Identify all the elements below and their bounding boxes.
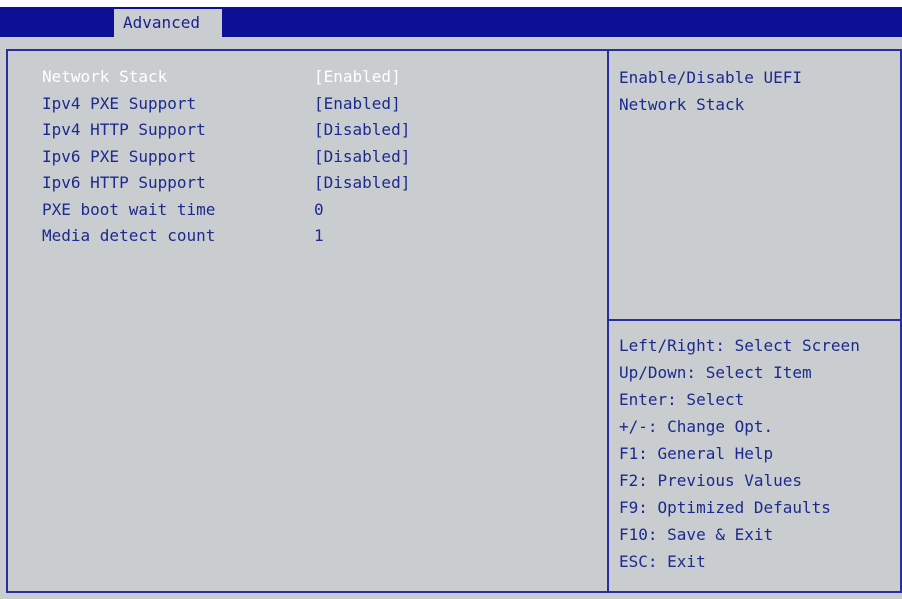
- key-hint: F9: Optimized Defaults: [619, 498, 831, 517]
- setting-label: Network Stack: [42, 67, 168, 86]
- setting-value[interactable]: [Disabled]: [314, 144, 410, 170]
- setting-value[interactable]: [Disabled]: [314, 117, 410, 143]
- setting-value[interactable]: 1: [314, 223, 324, 249]
- help-line: Network Stack: [619, 95, 745, 114]
- key-hint: F1: General Help: [619, 444, 774, 463]
- tab-advanced[interactable]: Advanced: [114, 9, 222, 37]
- setting-label: Ipv6 PXE Support: [42, 146, 197, 166]
- help-divider: [609, 319, 902, 321]
- key-hint: ESC: Exit: [619, 552, 706, 571]
- setting-value[interactable]: 0: [314, 197, 324, 223]
- help-text: Enable/Disable UEFI Network Stack: [619, 64, 802, 118]
- setting-value[interactable]: [Disabled]: [314, 170, 410, 196]
- panel-divider: [607, 49, 609, 593]
- setting-value[interactable]: [Enabled]: [314, 64, 401, 90]
- setting-label: Ipv4 PXE Support: [42, 93, 197, 113]
- key-hint: +/-: Change Opt.: [619, 417, 774, 436]
- setting-label: Ipv6 HTTP Support: [42, 173, 206, 192]
- setting-label: Media detect count: [42, 226, 216, 245]
- key-hint: Up/Down: Select Item: [619, 363, 812, 382]
- top-strip: [0, 0, 902, 7]
- setting-value[interactable]: [Enabled]: [314, 91, 401, 117]
- key-hint: Enter: Select: [619, 390, 745, 409]
- setting-label: PXE boot wait time: [42, 199, 216, 219]
- top-menu-bar: Advanced: [0, 0, 902, 37]
- key-hint: Left/Right: Select Screen: [619, 336, 860, 355]
- setting-label: Ipv4 HTTP Support: [42, 120, 206, 139]
- key-hint: F10: Save & Exit: [619, 525, 774, 544]
- key-legend: Left/Right: Select Screen Up/Down: Selec…: [619, 332, 860, 575]
- key-hint: F2: Previous Values: [619, 471, 803, 490]
- help-line: Enable/Disable UEFI: [619, 68, 803, 87]
